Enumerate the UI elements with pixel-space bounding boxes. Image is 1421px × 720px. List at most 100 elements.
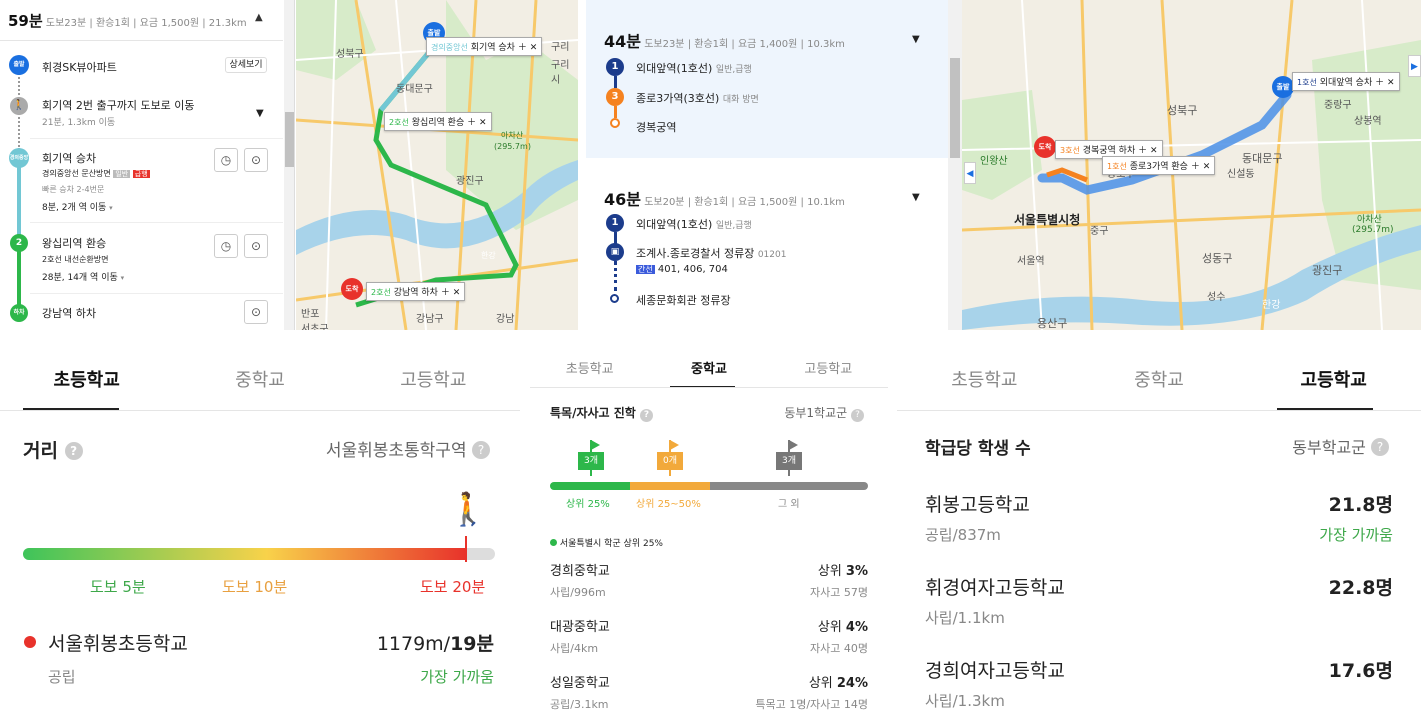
pin-icon[interactable]: ⊙ — [244, 148, 268, 172]
expand-icon[interactable]: ▼ — [912, 192, 920, 203]
clock-icon[interactable]: ◷ — [214, 234, 238, 258]
plus-icon[interactable]: ＋ — [1375, 78, 1384, 88]
line3-badge: 3 — [606, 88, 624, 106]
plus-icon[interactable]: ＋ — [441, 288, 450, 298]
school-tabs: 초등학교 중학교 고등학교 — [530, 358, 888, 377]
tag-normal: 일반 — [113, 170, 131, 178]
route-panel-1: 59분 도보23분 | 환승1회 | 요금 1,500원 | 21.3km ▲ … — [0, 0, 295, 330]
section-title-text: 특목/자사고 진학 — [550, 406, 636, 420]
help-icon[interactable]: ? — [640, 409, 654, 422]
flag-25-50: 0개 — [657, 440, 683, 476]
pin-icon[interactable]: ⊙ — [244, 234, 268, 258]
scrollbar[interactable] — [948, 0, 962, 330]
school-row[interactable]: 성일중학교 공립/3.1km 상위 24% 특목고 1명/자사고 14명 — [550, 672, 868, 720]
school-name[interactable]: 서울휘봉초등학교 — [48, 629, 188, 656]
start-marker[interactable]: 출발 — [1272, 76, 1294, 98]
close-icon[interactable]: ✕ — [1387, 78, 1395, 88]
collapse-right-icon[interactable]: ▶ — [1408, 55, 1421, 77]
tab-high[interactable]: 고등학교 — [1246, 366, 1421, 392]
map-label: 상봉역 — [1354, 116, 1382, 127]
stop-3: 경복궁역 — [636, 121, 677, 134]
school-value: 21.8명 — [1328, 494, 1393, 516]
rank-value: 24% — [836, 676, 868, 691]
tab-high[interactable]: 고등학교 — [769, 358, 888, 377]
end-marker[interactable]: 도착 — [1034, 136, 1056, 158]
map-1[interactable]: 성북구 동대문구 광진구 아차산 (295.7m) 구리시 강남구 서초구 반포… — [296, 0, 578, 330]
route-summary: 44분 도보23분 | 환승1회 | 요금 1,400원 | 10.3km — [604, 32, 845, 51]
close-icon[interactable]: ✕ — [479, 118, 487, 128]
start-tag[interactable]: 경의중앙선 회기역 승차 ＋ ✕ — [426, 37, 543, 56]
plus-icon[interactable]: ＋ — [1191, 162, 1200, 172]
collapse-left-icon[interactable]: ◀ — [964, 162, 976, 184]
end-marker[interactable]: 도착 — [341, 278, 363, 300]
tab-elementary[interactable]: 초등학교 — [897, 366, 1072, 392]
transfer-tag[interactable]: 2호선 왕십리역 환승 ＋ ✕ — [384, 112, 492, 131]
plus-icon[interactable]: ＋ — [467, 118, 476, 128]
route-option-1[interactable]: 44분 도보23분 | 환승1회 | 요금 1,400원 | 10.3km ▼ … — [586, 0, 948, 158]
tab-middle[interactable]: 중학교 — [173, 366, 346, 392]
school-sub: 사립/1.3km — [925, 692, 1005, 710]
transfer-info[interactable]: 28분, 14개 역 이동 ▾ — [42, 270, 124, 283]
scrollbar-thumb[interactable] — [285, 112, 294, 167]
divider — [30, 293, 283, 294]
school-tabs: 초등학교 중학교 고등학교 — [0, 366, 520, 392]
tab-middle[interactable]: 중학교 — [1072, 366, 1247, 392]
help-icon[interactable]: ? — [64, 442, 83, 460]
route-summary[interactable]: 59분 도보23분 | 환승1회 | 요금 1,500원 | 21.3km — [8, 10, 278, 31]
route-panel-2: 44분 도보23분 | 환승1회 | 요금 1,400원 | 10.3km ▼ … — [586, 0, 962, 330]
board-info[interactable]: 8분, 2개 역 이동 ▾ — [42, 200, 113, 213]
pin-icon[interactable]: ⊙ — [244, 300, 268, 324]
route-option-2[interactable]: 46분 도보20분 | 환승1회 | 요금 1,500원 | 10.1km ▼ … — [586, 158, 948, 330]
clock-icon[interactable]: ◷ — [214, 148, 238, 172]
plus-icon[interactable]: ＋ — [518, 43, 527, 53]
start-tag[interactable]: 1호선 외대앞역 승차 ＋ ✕ — [1292, 72, 1400, 91]
rank-value: 3% — [845, 564, 868, 579]
tab-elementary[interactable]: 초등학교 — [0, 366, 173, 392]
close-icon[interactable]: ✕ — [453, 288, 461, 298]
end-tag[interactable]: 2호선 강남역 하차 ＋ ✕ — [366, 282, 466, 301]
route-walk: 도보20분 — [644, 197, 685, 208]
route-time: 59분 — [8, 12, 43, 30]
end-dot — [610, 118, 620, 128]
tab-high[interactable]: 고등학교 — [347, 366, 520, 392]
route-time: 44분 — [604, 32, 641, 51]
school-row[interactable]: 휘경여자고등학교 사립/1.1km 22.8명 — [925, 573, 1393, 633]
transfer-tag[interactable]: 1호선 종로3가역 환승 ＋ ✕ — [1102, 156, 1216, 175]
detail-button[interactable]: 상세보기 — [225, 57, 267, 73]
route-segment — [614, 106, 617, 118]
distance-title: 거리 ? — [23, 436, 83, 463]
collapse-icon[interactable]: ▲ — [255, 12, 263, 23]
help-icon[interactable]: ? — [472, 441, 490, 459]
scrollbar-thumb[interactable] — [950, 58, 960, 158]
route-fare: 요금 1,500원 — [139, 18, 200, 29]
map-label: 구리시 — [551, 60, 570, 86]
stop-name: 외대앞역(1호선) — [636, 62, 713, 75]
plus-icon[interactable]: ＋ — [1138, 146, 1147, 156]
scrollbar[interactable] — [284, 0, 294, 330]
expand-icon[interactable]: ▼ — [912, 34, 920, 45]
school-row[interactable]: 경희여자고등학교 사립/1.3km 17.6명 — [925, 656, 1393, 716]
school-row[interactable]: 휘봉고등학교 공립/837m 21.8명 가장 가까움 — [925, 490, 1393, 550]
range-bar — [550, 482, 868, 490]
section-title: 학급당 학생 수 — [925, 439, 1031, 459]
stop-direction: 대화 방면 — [722, 95, 759, 105]
school-rank: 상위 3% — [818, 560, 868, 579]
tab-middle[interactable]: 중학교 — [649, 358, 768, 377]
route-transfer: 환승1회 — [95, 18, 130, 29]
school-name: 성일중학교 — [550, 676, 610, 691]
divider — [30, 138, 283, 139]
school-row[interactable]: 대광중학교 사립/4km 상위 4% 자사고 40명 — [550, 616, 868, 666]
rank-value: 4% — [845, 620, 868, 635]
line1-badge: 1 — [606, 214, 624, 232]
expand-icon[interactable]: ▼ — [256, 108, 264, 119]
close-icon[interactable]: ✕ — [530, 43, 538, 53]
legend: 서울특별시 학군 상위 25% — [550, 536, 663, 549]
close-icon[interactable]: ✕ — [1203, 162, 1211, 172]
tab-elementary[interactable]: 초등학교 — [530, 358, 649, 377]
map-2[interactable]: 성북구 동대문구 인왕산 종로구 서울특별시청 중구 서울역 성동구 광진구 아… — [962, 0, 1421, 330]
help-icon[interactable]: ? — [1371, 438, 1389, 456]
chevron-down-icon: ▾ — [120, 274, 125, 282]
school-row[interactable]: 경희중학교 사립/996m 상위 3% 자사고 57명 — [550, 560, 868, 610]
help-icon[interactable]: ? — [851, 409, 864, 422]
close-icon[interactable]: ✕ — [1150, 146, 1158, 156]
